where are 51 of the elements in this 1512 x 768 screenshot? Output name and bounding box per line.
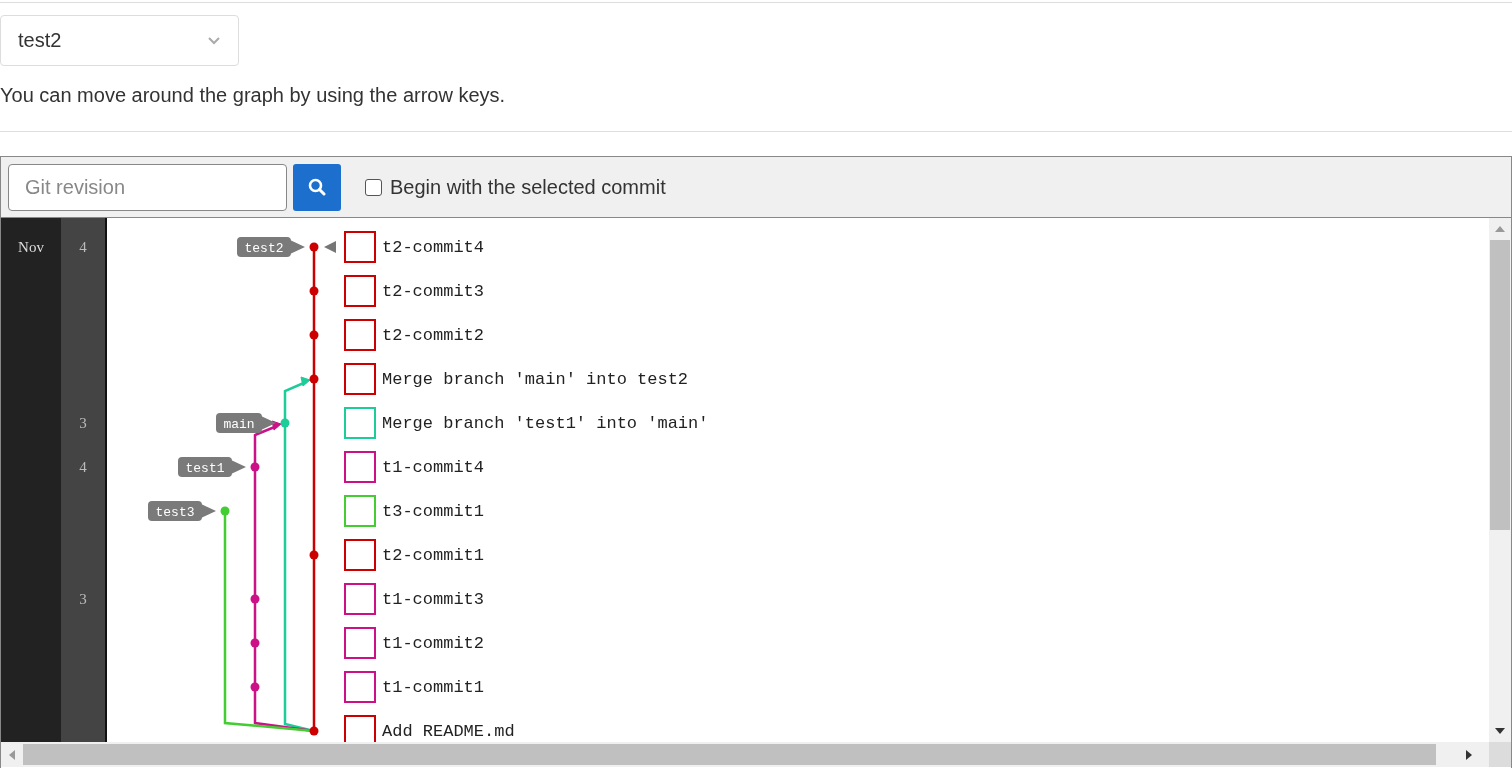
commit-message[interactable]: t1-commit2 (382, 633, 485, 653)
day-label: 4 (79, 238, 87, 256)
commit-message[interactable]: Add README.md (382, 721, 515, 741)
commit-message[interactable]: Merge branch 'main' into test2 (382, 369, 689, 389)
commit-dot[interactable] (309, 330, 319, 340)
search-icon (308, 178, 326, 196)
commit-dot[interactable] (250, 462, 260, 472)
commit-square[interactable] (344, 583, 376, 615)
hint-text: You can move around the graph by using the arrow keys. (0, 83, 507, 108)
commit-message[interactable]: t1-commit1 (382, 677, 485, 697)
commit-square[interactable] (344, 319, 376, 351)
commit-message[interactable]: t2-commit2 (382, 325, 485, 345)
checkbox[interactable] (365, 178, 382, 196)
commit-dot[interactable] (309, 550, 319, 560)
commit-dot[interactable] (220, 506, 230, 516)
commit-square[interactable] (344, 539, 376, 571)
commit-message[interactable]: t2-commit3 (382, 281, 485, 301)
commit-dot[interactable] (250, 594, 260, 604)
commit-dot[interactable] (250, 638, 260, 648)
checkbox-label: Begin with the selected commit (390, 175, 666, 199)
commit-dot[interactable] (309, 286, 319, 296)
commit-dot[interactable] (280, 418, 290, 428)
commit-message[interactable]: t1-commit4 (382, 457, 485, 477)
day-label: 3 (79, 590, 87, 608)
commit-square[interactable] (344, 275, 376, 307)
commit-message[interactable]: t2-commit4 (382, 237, 485, 257)
chevron-icon (208, 36, 220, 45)
day-label: 4 (79, 458, 87, 476)
commit-square[interactable] (344, 231, 376, 263)
commit-square[interactable] (344, 451, 376, 483)
scrollbar-corner (1489, 742, 1511, 767)
commit-dot[interactable] (309, 242, 319, 252)
horizontal-scrollbar[interactable] (1, 742, 1511, 767)
commit-square[interactable] (344, 363, 376, 395)
day-label: 3 (79, 414, 87, 432)
commit-square[interactable] (344, 671, 376, 703)
branch-select[interactable]: test2 (0, 15, 239, 66)
vertical-scrollbar[interactable] (1489, 218, 1511, 742)
revision-field[interactable]: Git revision (8, 163, 287, 211)
commit-square[interactable] (344, 627, 376, 659)
search-button[interactable] (293, 163, 341, 211)
commit-message[interactable]: t2-commit1 (382, 545, 485, 565)
month-label: Nov (18, 238, 44, 256)
commit-message[interactable]: Merge branch 'test1' into 'main' (382, 413, 709, 433)
scroll-right-icon[interactable] (1466, 749, 1472, 760)
commit-message[interactable]: t3-commit1 (382, 501, 485, 521)
commit-dot[interactable] (250, 682, 260, 692)
scroll-down-icon[interactable] (1495, 728, 1505, 734)
commit-dot[interactable] (309, 374, 319, 384)
commit-dot[interactable] (309, 726, 319, 736)
commit-message[interactable]: t1-commit3 (382, 589, 485, 609)
